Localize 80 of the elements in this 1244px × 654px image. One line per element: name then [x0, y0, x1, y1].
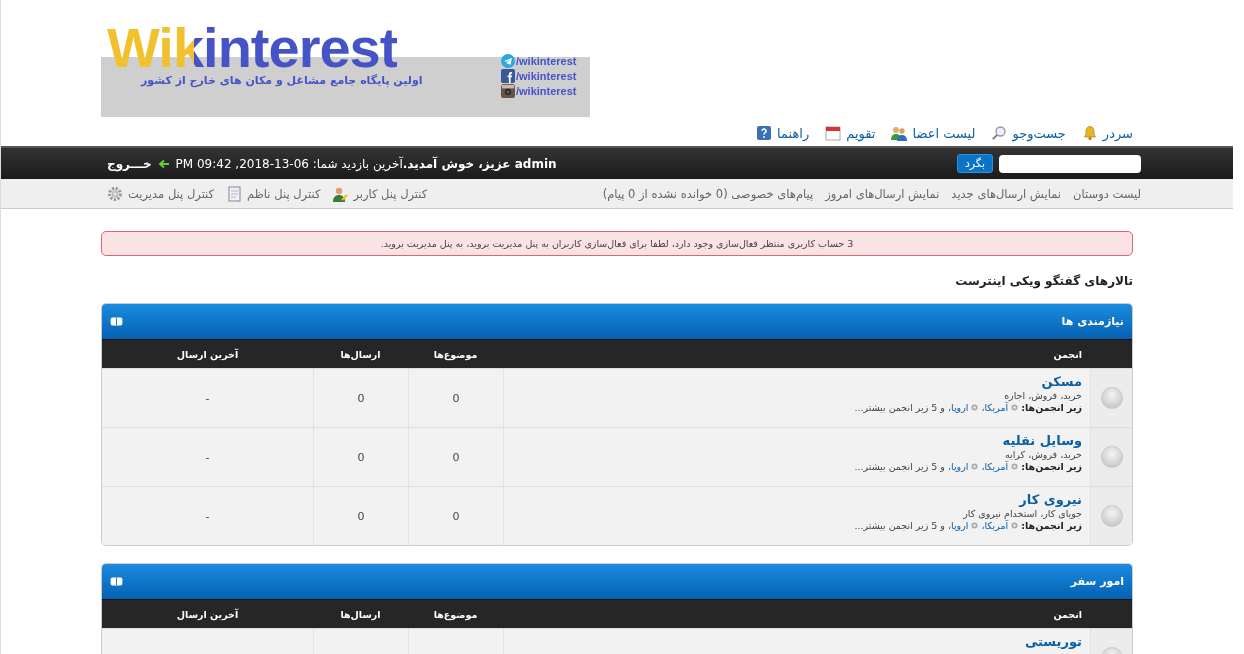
forum-description: خرید، فروش، کرایه [1004, 449, 1082, 460]
topics-count: 0 [452, 450, 460, 464]
column-header: ارسال‌ها [339, 348, 382, 360]
category-title[interactable]: نیازمندی ها [1061, 315, 1124, 328]
panel-link[interactable]: کنترل پنل کاربر [353, 186, 428, 201]
column-header: آخرین ارسال [175, 608, 240, 620]
column-header: انجمن [1052, 348, 1083, 360]
subforum-icon [971, 404, 979, 411]
forum-title[interactable]: مسکن [1041, 374, 1082, 389]
nav-link[interactable]: نمایش ارسال‌های جدید [951, 186, 1062, 201]
posts-count: 0 [357, 450, 365, 464]
subforum-link[interactable]: اروپا، [947, 402, 969, 413]
forum-description: خرید، فروش، اجاره [1004, 390, 1082, 401]
column-header: موضوع‌ها [432, 608, 479, 620]
column-header: موضوع‌ها [432, 348, 479, 360]
subforum-icon [971, 522, 979, 529]
calendar-icon [825, 125, 842, 141]
social-link[interactable]: /wikinterest [516, 70, 577, 82]
social-link[interactable]: /wikinterest [516, 85, 577, 97]
help-icon [756, 125, 773, 141]
subforums-label: زیر انجمن‌ها: [1021, 520, 1082, 531]
nav-link[interactable]: تقویم [846, 125, 876, 141]
topics-count: 0 [452, 509, 460, 523]
subforum-link[interactable]: اروپا، [947, 461, 969, 472]
more-subforums-text: و 5 زیر انجمن بیشتر... [854, 402, 945, 413]
subforum-icon [1011, 463, 1019, 470]
collapse-icon[interactable] [110, 317, 123, 326]
nav-link[interactable]: راهنما [777, 125, 810, 141]
nav-link[interactable]: پیام‌های خصوصی (0 خوانده نشده از 0 پیام) [602, 186, 814, 201]
column-header: آخرین ارسال [175, 348, 240, 360]
camera-icon [501, 84, 515, 98]
subforum-icon [1011, 522, 1019, 529]
forum-description: جویای کار، استخدام نیروی کار [963, 508, 1082, 519]
last-post-text: - [205, 509, 210, 523]
subforum-icon [971, 463, 979, 470]
category-title[interactable]: امور سفر [1070, 575, 1124, 588]
people-icon [891, 125, 908, 141]
subforum-icon [1011, 404, 1019, 411]
nav-link[interactable]: لیست دوستان [1073, 186, 1141, 201]
last-post-text: - [205, 450, 210, 464]
alert-message: 3 حساب کاربری منتظر فعال‌سازی وجود دارد، لطفا برای فعال‌سازی کاربران به پنل مدیریت بروید، به پنل مدیریت بروید. [101, 231, 1133, 256]
column-header: انجمن [1052, 608, 1083, 620]
column-header: ارسال‌ها [339, 608, 382, 620]
subforum-link[interactable]: آمریکا، [981, 520, 1009, 531]
subforums-label: زیر انجمن‌ها: [1021, 461, 1082, 472]
social-link[interactable]: /wikinterest [516, 55, 577, 67]
logo-tagline: اولین پایگاه جامع مشاغل و مکان های خارج از کشور [141, 74, 423, 87]
nav-link[interactable]: سردر [1102, 125, 1133, 141]
subforum-link[interactable]: آمریکا، [981, 461, 1009, 472]
last-post-text: - [205, 391, 210, 405]
subforum-link[interactable]: آمریکا، [981, 402, 1009, 413]
posts-count: 0 [357, 391, 365, 405]
welcome-text: admin عزیز، خوش آمدید.آخرین بازدید شما: 06-13-2018, 09:42 PM [175, 156, 557, 171]
nav-link[interactable]: لیست اعضا [912, 125, 976, 141]
subforum-link[interactable]: اروپا، [947, 520, 969, 531]
paper-plane-icon [501, 54, 515, 68]
facebook-icon [501, 69, 515, 83]
search-field[interactable] [999, 154, 1141, 173]
arrow-icon [157, 158, 170, 169]
subforums-label: زیر انجمن‌ها: [1021, 402, 1082, 413]
nav-link[interactable]: نمایش ارسال‌های امروز [825, 186, 940, 201]
page-title: تالارهای گفتگو ویکی اینترست [954, 274, 1133, 288]
posts-count: 0 [357, 509, 365, 523]
document-icon [226, 185, 243, 202]
search-button[interactable]: بگرد [956, 154, 993, 173]
collapse-icon[interactable] [110, 577, 123, 586]
panel-link[interactable]: کنترل پنل ناظم [247, 186, 321, 201]
forum-title[interactable]: وسایل نقلیه [1002, 433, 1082, 448]
forum-title[interactable]: نیروی کار [1019, 492, 1082, 507]
user-icon [332, 185, 349, 202]
topics-count: 0 [452, 391, 460, 405]
nav-link[interactable]: جست‌وجو [1012, 125, 1066, 141]
search-icon [991, 125, 1008, 141]
more-subforums-text: و 5 زیر انجمن بیشتر... [854, 520, 945, 531]
more-subforums-text: و 5 زیر انجمن بیشتر... [854, 461, 945, 472]
logout-link[interactable]: خـــروج [107, 156, 152, 171]
gear-icon [107, 185, 123, 202]
bell-icon [1081, 125, 1098, 141]
forum-title[interactable]: توریستی [1024, 634, 1082, 649]
panel-link[interactable]: کنترل پنل مدیریت [128, 186, 215, 201]
